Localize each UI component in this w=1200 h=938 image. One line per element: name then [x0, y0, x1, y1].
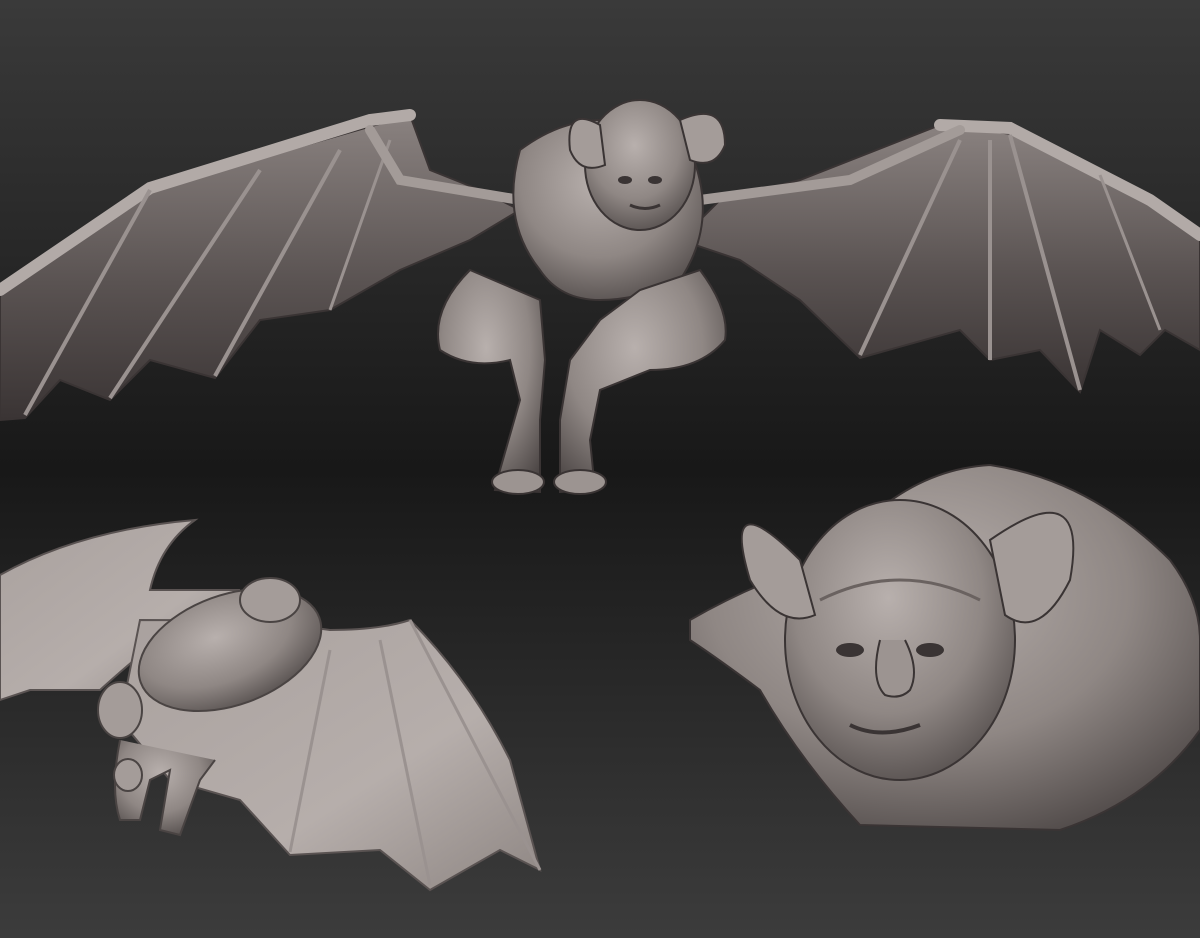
left-foot-front	[491, 469, 545, 495]
right-eye-bust	[916, 643, 944, 657]
right-foot-front	[553, 469, 607, 495]
left-eye-bust	[836, 643, 864, 657]
viewport-canvas[interactable]	[0, 0, 1200, 938]
sculpt-viewport[interactable]	[0, 0, 1200, 938]
head-rear	[239, 577, 301, 623]
nose-bust	[875, 639, 915, 698]
